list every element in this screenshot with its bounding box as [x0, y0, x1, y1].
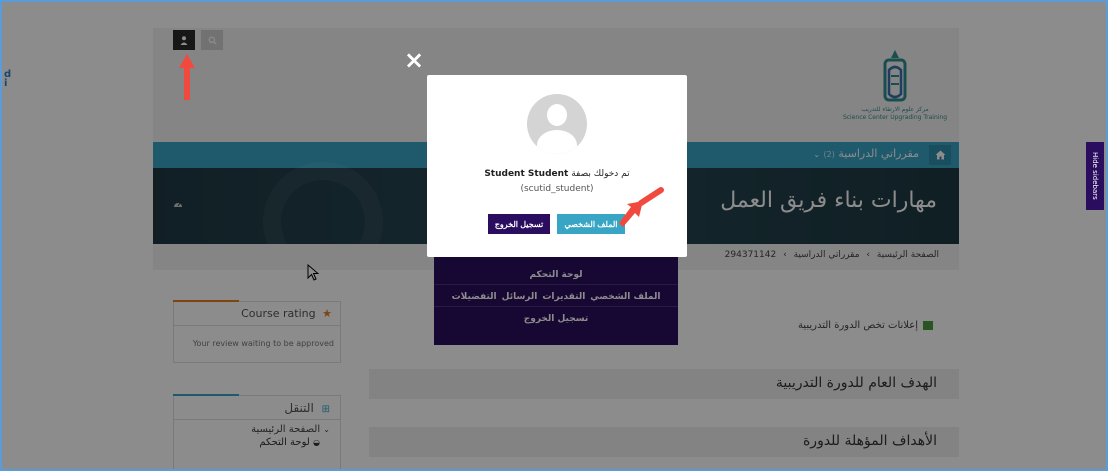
annotation-arrow-diagonal-icon — [619, 187, 664, 227]
profile-button[interactable]: الملف الشخصي — [557, 214, 625, 234]
browser-viewport: d i مركز علوم الارتقاء للتدريب Science C… — [0, 0, 1108, 471]
avatar — [527, 94, 587, 154]
annotation-arrow-up-icon — [179, 54, 195, 100]
user-login-modal: تم دخولك بصفة Student Student (scutid_st… — [427, 75, 687, 257]
hide-sidebars-tab[interactable]: Hide sidebars — [1086, 142, 1104, 210]
close-icon[interactable]: × — [404, 48, 424, 72]
logout-button[interactable]: تسجيل الخروج — [488, 214, 550, 234]
user-full-name: Student Student — [484, 169, 569, 179]
logged-in-as-text: تم دخولك بصفة Student Student — [484, 169, 630, 179]
